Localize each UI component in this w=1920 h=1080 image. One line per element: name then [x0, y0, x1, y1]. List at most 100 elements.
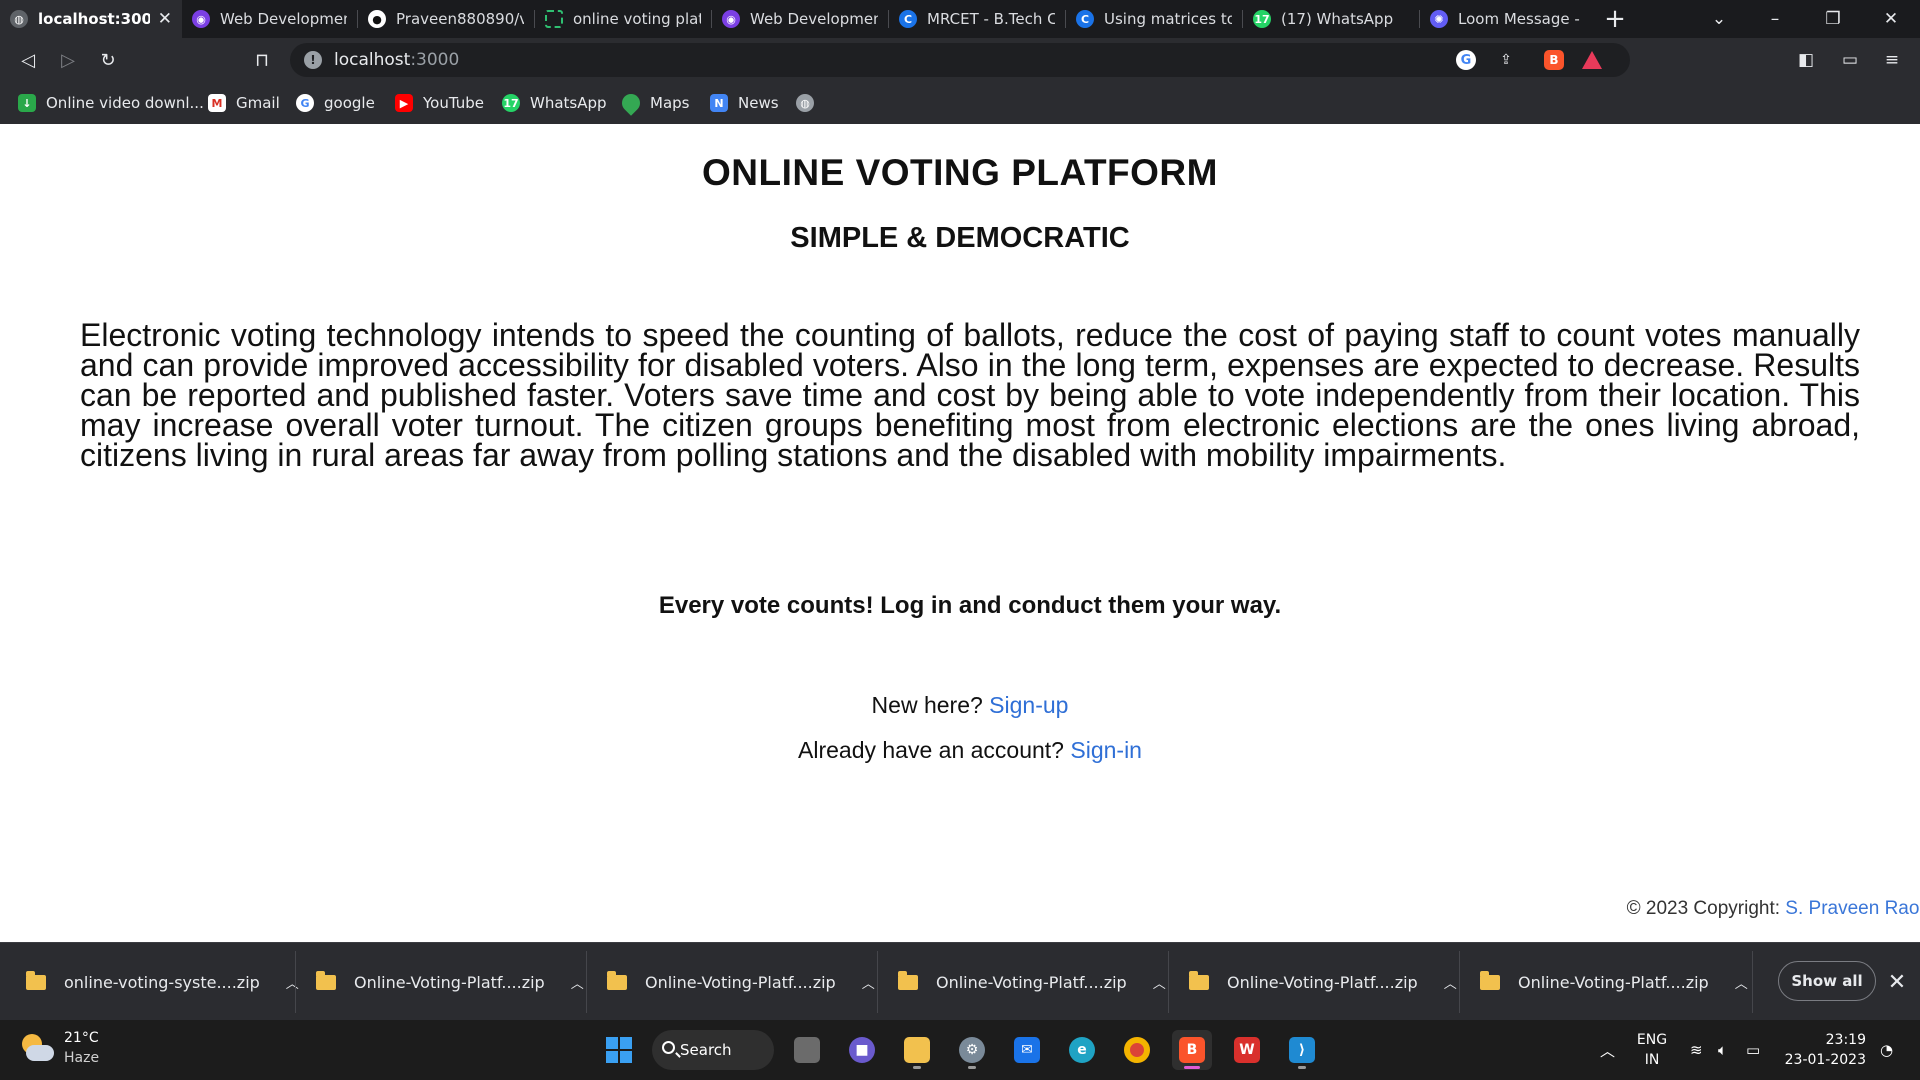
web-development-icon: ◉ — [192, 10, 210, 28]
notification-icon[interactable]: ◔ — [1880, 1020, 1893, 1080]
tab-loom[interactable]: ✺ Loom Message - 23 — [1420, 0, 1590, 38]
chevron-up-icon[interactable]: ︿ — [862, 973, 875, 992]
tab-search-chevron-icon[interactable]: ⌄ — [1694, 0, 1744, 38]
signin-link[interactable]: Sign-in — [1070, 737, 1142, 763]
language-indicator[interactable]: ENG IN — [1636, 1030, 1668, 1070]
signup-link[interactable]: Sign-up — [989, 692, 1068, 718]
brave-shields-icon[interactable]: B — [1544, 50, 1564, 70]
bookmark-icon[interactable]: ⊓ — [248, 46, 276, 74]
close-window-button[interactable]: ✕ — [1866, 0, 1916, 38]
teams-chat-button[interactable]: ■ — [842, 1030, 882, 1070]
battery-icon[interactable]: ▭ — [1746, 1020, 1760, 1080]
download-item[interactable]: Online-Voting-Platf....zip ︿ — [898, 943, 1166, 1021]
tab-using-matrices[interactable]: C Using matrices to m — [1066, 0, 1242, 38]
signin-line: Already have an account? Sign-in — [798, 737, 1142, 763]
windows-logo-icon — [606, 1037, 632, 1063]
chevron-up-icon[interactable]: ︿ — [1444, 973, 1457, 992]
gear-icon: ⚙ — [959, 1037, 985, 1063]
zip-folder-icon — [1189, 970, 1209, 990]
downloads-bar: online-voting-syste....zip ︿ Online-Voti… — [0, 942, 1920, 1020]
site-info-icon[interactable]: ! — [304, 51, 322, 69]
forward-button[interactable]: ▷ — [54, 46, 82, 74]
signup-line: New here? Sign-up — [871, 692, 1069, 718]
tab-mrcet[interactable]: C MRCET - B.Tech CSE — [889, 0, 1065, 38]
maps-icon — [618, 90, 644, 116]
download-item[interactable]: online-voting-syste....zip ︿ — [26, 943, 299, 1021]
task-view-button[interactable] — [787, 1030, 827, 1070]
address-bar[interactable]: ! localhost:3000 G ⇪ B — [290, 43, 1630, 77]
chrome-icon — [1124, 1037, 1150, 1063]
minimize-button[interactable]: – — [1750, 0, 1800, 38]
show-hidden-icons[interactable]: ︿ — [1600, 1020, 1615, 1080]
bookmark-youtube[interactable]: ▶ YouTube — [395, 91, 484, 115]
tab-strip: ◍ localhost:3000 ✕ ◉ Web Development a ●… — [0, 0, 1920, 38]
start-button[interactable] — [599, 1030, 639, 1070]
whatsapp-icon: 17 — [1253, 10, 1271, 28]
wifi-icon[interactable]: ≋ — [1690, 1020, 1703, 1080]
zip-folder-icon — [26, 970, 46, 990]
mail-icon: ✉ — [1014, 1037, 1040, 1063]
download-item[interactable]: Online-Voting-Platf....zip ︿ — [607, 943, 875, 1021]
chrome-button[interactable] — [1117, 1030, 1157, 1070]
edge-button[interactable]: e — [1062, 1030, 1102, 1070]
search-icon — [662, 1041, 675, 1054]
download-icon: ↓ — [18, 94, 36, 112]
tab-title: MRCET - B.Tech CSE — [927, 10, 1055, 28]
chevron-up-icon[interactable]: ︿ — [1153, 973, 1166, 992]
bookmark-google[interactable]: G google — [296, 91, 375, 115]
tab-github[interactable]: ● Praveen880890/vot — [358, 0, 534, 38]
volume-icon[interactable]: 🔈︎ — [1718, 1020, 1727, 1080]
share-icon[interactable]: ⇪ — [1496, 50, 1516, 70]
close-tab-icon[interactable]: ✕ — [150, 9, 172, 29]
tab-title: Using matrices to m — [1104, 10, 1232, 28]
download-item[interactable]: Online-Voting-Platf....zip ︿ — [316, 943, 584, 1021]
youtube-icon: ▶ — [395, 94, 413, 112]
sidebar-icon[interactable]: ◧ — [1792, 46, 1820, 74]
settings-button[interactable]: ⚙ — [952, 1030, 992, 1070]
tab-web-development[interactable]: ◉ Web Development a — [182, 0, 357, 38]
copyright-author-link[interactable]: S. Praveen Rao.. — [1785, 898, 1920, 919]
file-explorer-button[interactable] — [897, 1030, 937, 1070]
chevron-up-icon[interactable]: ︿ — [571, 973, 584, 992]
page-subtitle: SIMPLE & DEMOCRATIC — [790, 222, 1130, 254]
weather-description: Haze — [64, 1050, 100, 1066]
reload-button[interactable]: ↻ — [94, 46, 122, 74]
tab-web-development-2[interactable]: ◉ Web Development — [712, 0, 888, 38]
weather-haze-icon[interactable] — [20, 1032, 54, 1066]
c-icon: C — [1076, 10, 1094, 28]
bookmark-whatsapp[interactable]: 17 WhatsApp — [502, 91, 607, 115]
brave-rewards-icon[interactable] — [1582, 51, 1602, 69]
wps-office-button[interactable]: W — [1227, 1030, 1267, 1070]
globe-icon: ◍ — [796, 94, 814, 112]
bookmark-gmail[interactable]: M Gmail — [208, 91, 280, 115]
close-downloads-icon[interactable]: ✕ — [1882, 967, 1912, 997]
menu-icon[interactable]: ≡ — [1878, 46, 1906, 74]
tab-localhost[interactable]: ◍ localhost:3000 ✕ — [0, 0, 182, 38]
chevron-up-icon[interactable]: ︿ — [286, 973, 299, 992]
taskbar-search[interactable]: Search — [652, 1030, 774, 1070]
loom-icon: ✺ — [1430, 10, 1448, 28]
google-lens-icon[interactable]: G — [1456, 50, 1476, 70]
wallet-icon[interactable]: ▭ — [1836, 46, 1864, 74]
new-tab-button[interactable]: + — [1600, 0, 1630, 38]
clock[interactable]: 23:19 23-01-2023 — [1782, 1030, 1866, 1070]
bookmark-maps[interactable]: Maps — [618, 90, 689, 116]
show-all-downloads-button[interactable]: Show all — [1778, 961, 1876, 1001]
bookmark-video-downloader[interactable]: ↓ Online video downl... — [18, 91, 204, 115]
browser-chrome: ◍ localhost:3000 ✕ ◉ Web Development a ●… — [0, 0, 1920, 124]
github-icon: ● — [368, 10, 386, 28]
back-button[interactable]: ◁ — [14, 46, 42, 74]
bookmark-news[interactable]: N News — [710, 91, 779, 115]
restore-button[interactable]: ❐ — [1808, 0, 1858, 38]
download-item[interactable]: Online-Voting-Platf....zip ︿ — [1189, 943, 1457, 1021]
mail-button[interactable]: ✉ — [1007, 1030, 1047, 1070]
brave-button[interactable]: B — [1172, 1030, 1212, 1070]
tab-online-voting[interactable]: online voting platfo — [535, 0, 711, 38]
vscode-button[interactable]: ⟩ — [1282, 1030, 1322, 1070]
brave-icon: B — [1179, 1037, 1205, 1063]
bookmark-globe[interactable]: ◍ — [796, 91, 824, 115]
download-item[interactable]: Online-Voting-Platf....zip ︿ — [1480, 943, 1748, 1021]
tab-whatsapp[interactable]: 17 (17) WhatsApp — [1243, 0, 1419, 38]
tab-title: localhost:3000 — [38, 10, 150, 28]
chevron-up-icon[interactable]: ︿ — [1735, 973, 1748, 992]
